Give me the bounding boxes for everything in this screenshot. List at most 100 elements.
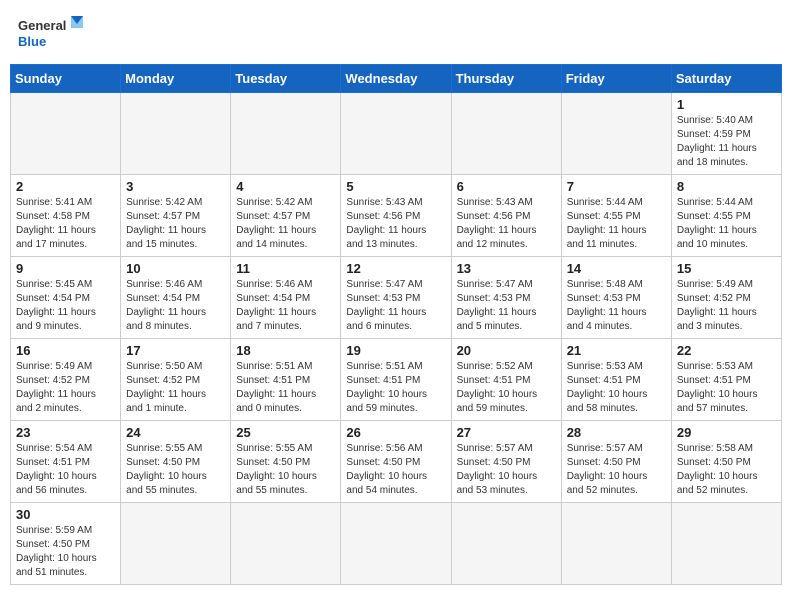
day-info: Sunrise: 5:55 AM Sunset: 4:50 PM Dayligh… — [236, 442, 335, 498]
day-info: Sunrise: 5:56 AM Sunset: 4:50 PM Dayligh… — [346, 442, 445, 498]
calendar-day-cell: 21Sunrise: 5:53 AM Sunset: 4:51 PM Dayli… — [561, 339, 671, 421]
day-info: Sunrise: 5:48 AM Sunset: 4:53 PM Dayligh… — [567, 278, 666, 334]
day-info: Sunrise: 5:43 AM Sunset: 4:56 PM Dayligh… — [346, 196, 445, 252]
day-info: Sunrise: 5:42 AM Sunset: 4:57 PM Dayligh… — [126, 196, 225, 252]
calendar-day-cell: 11Sunrise: 5:46 AM Sunset: 4:54 PM Dayli… — [231, 257, 341, 339]
day-info: Sunrise: 5:58 AM Sunset: 4:50 PM Dayligh… — [677, 442, 776, 498]
weekday-header-monday: Monday — [121, 65, 231, 93]
calendar-day-cell: 18 Sunrise: 5:51 AM Sunset: 4:51 PM Dayli… — [231, 339, 341, 421]
calendar-day-cell: 6 Sunrise: 5:43 AM Sunset: 4:56 PM Daylig… — [451, 175, 561, 257]
page-header: General Blue — [10, 10, 782, 58]
day-number: 5 — [346, 179, 445, 194]
calendar-day-cell — [451, 503, 561, 585]
day-number: 8 — [677, 179, 776, 194]
day-info: Sunrise: 5:46 AM Sunset: 4:54 PM Dayligh… — [236, 278, 335, 334]
day-number: 23 — [16, 425, 115, 440]
day-number: 4 — [236, 179, 335, 194]
day-number: 30 — [16, 507, 115, 522]
day-number: 26 — [346, 425, 445, 440]
day-info: Sunrise: 5:41 AM Sunset: 4:58 PM Dayligh… — [16, 196, 115, 252]
calendar-day-cell — [121, 503, 231, 585]
day-number: 1 — [677, 97, 776, 112]
calendar-day-cell: 15 Sunrise: 5:49 AM Sunset: 4:52 PM Dayli… — [671, 257, 781, 339]
calendar-day-cell — [341, 503, 451, 585]
day-info: Sunrise: 5:54 AM Sunset: 4:51 PM Dayligh… — [16, 442, 115, 498]
day-number: 15 — [677, 261, 776, 276]
calendar-week-row: 16 Sunrise: 5:49 AM Sunset: 4:52 PM Dayli… — [11, 339, 782, 421]
day-info: Sunrise: 5:51 AM Sunset: 4:51 PM Dayligh… — [236, 360, 335, 416]
day-number: 14 — [567, 261, 666, 276]
day-number: 6 — [457, 179, 556, 194]
day-number: 16 — [16, 343, 115, 358]
calendar-table: SundayMondayTuesdayWednesdayThursdayFrid… — [10, 64, 782, 585]
calendar-day-cell: 7 Sunrise: 5:44 AM Sunset: 4:55 PM Daylig… — [561, 175, 671, 257]
day-info: Sunrise: 5:53 AM Sunset: 4:51 PM Dayligh… — [677, 360, 776, 416]
calendar-day-cell — [671, 503, 781, 585]
day-number: 7 — [567, 179, 666, 194]
calendar-day-cell — [341, 93, 451, 175]
calendar-day-cell: 29 Sunrise: 5:58 AM Sunset: 4:50 PM Dayli… — [671, 421, 781, 503]
weekday-header-sunday: Sunday — [11, 65, 121, 93]
day-info: Sunrise: 5:44 AM Sunset: 4:55 PM Dayligh… — [567, 196, 666, 252]
logo-icon: General Blue — [18, 14, 88, 54]
day-info: Sunrise: 5:44 AM Sunset: 4:55 PM Dayligh… — [677, 196, 776, 252]
day-number: 17 — [126, 343, 225, 358]
weekday-header-friday: Friday — [561, 65, 671, 93]
calendar-day-cell: 9 Sunrise: 5:45 AM Sunset: 4:54 PM Daylig… — [11, 257, 121, 339]
day-number: 12 — [346, 261, 445, 276]
day-info: Sunrise: 5:55 AM Sunset: 4:50 PM Dayligh… — [126, 442, 225, 498]
calendar-day-cell: 12 Sunrise: 5:47 AM Sunset: 4:53 PM Dayli… — [341, 257, 451, 339]
calendar-day-cell: 20 Sunrise: 5:52 AM Sunset: 4:51 PM Dayli… — [451, 339, 561, 421]
day-number: 29 — [677, 425, 776, 440]
calendar-day-cell: 8 Sunrise: 5:44 AM Sunset: 4:55 PM Daylig… — [671, 175, 781, 257]
calendar-day-cell: 30Sunrise: 5:59 AM Sunset: 4:50 PM Dayli… — [11, 503, 121, 585]
svg-text:General: General — [18, 18, 66, 33]
calendar-day-cell — [121, 93, 231, 175]
weekday-header-tuesday: Tuesday — [231, 65, 341, 93]
day-number: 28 — [567, 425, 666, 440]
day-number: 21 — [567, 343, 666, 358]
day-number: 18 — [236, 343, 335, 358]
day-info: Sunrise: 5:51 AM Sunset: 4:51 PM Dayligh… — [346, 360, 445, 416]
calendar-day-cell — [231, 503, 341, 585]
calendar-day-cell — [451, 93, 561, 175]
day-info: Sunrise: 5:45 AM Sunset: 4:54 PM Dayligh… — [16, 278, 115, 334]
day-info: Sunrise: 5:49 AM Sunset: 4:52 PM Dayligh… — [16, 360, 115, 416]
calendar-day-cell: 4 Sunrise: 5:42 AM Sunset: 4:57 PM Daylig… — [231, 175, 341, 257]
day-number: 20 — [457, 343, 556, 358]
calendar-day-cell: 13 Sunrise: 5:47 AM Sunset: 4:53 PM Dayli… — [451, 257, 561, 339]
day-info: Sunrise: 5:47 AM Sunset: 4:53 PM Dayligh… — [457, 278, 556, 334]
day-info: Sunrise: 5:52 AM Sunset: 4:51 PM Dayligh… — [457, 360, 556, 416]
day-number: 27 — [457, 425, 556, 440]
day-info: Sunrise: 5:42 AM Sunset: 4:57 PM Dayligh… — [236, 196, 335, 252]
svg-text:Blue: Blue — [18, 34, 46, 49]
day-number: 22 — [677, 343, 776, 358]
calendar-week-row: 23 Sunrise: 5:54 AM Sunset: 4:51 PM Dayli… — [11, 421, 782, 503]
calendar-day-cell: 10Sunrise: 5:46 AM Sunset: 4:54 PM Dayli… — [121, 257, 231, 339]
calendar-day-cell: 27 Sunrise: 5:57 AM Sunset: 4:50 PM Dayli… — [451, 421, 561, 503]
day-number: 9 — [16, 261, 115, 276]
day-info: Sunrise: 5:43 AM Sunset: 4:56 PM Dayligh… — [457, 196, 556, 252]
day-number: 13 — [457, 261, 556, 276]
day-info: Sunrise: 5:40 AM Sunset: 4:59 PM Dayligh… — [677, 114, 776, 170]
logo: General Blue — [18, 14, 88, 54]
day-info: Sunrise: 5:57 AM Sunset: 4:50 PM Dayligh… — [457, 442, 556, 498]
day-number: 24 — [126, 425, 225, 440]
weekday-header-wednesday: Wednesday — [341, 65, 451, 93]
calendar-week-row: 9 Sunrise: 5:45 AM Sunset: 4:54 PM Daylig… — [11, 257, 782, 339]
day-number: 19 — [346, 343, 445, 358]
day-number: 3 — [126, 179, 225, 194]
calendar-day-cell: 14 Sunrise: 5:48 AM Sunset: 4:53 PM Dayli… — [561, 257, 671, 339]
calendar-day-cell: 26 Sunrise: 5:56 AM Sunset: 4:50 PM Dayli… — [341, 421, 451, 503]
weekday-header-thursday: Thursday — [451, 65, 561, 93]
calendar-day-cell: 2Sunrise: 5:41 AM Sunset: 4:58 PM Daylig… — [11, 175, 121, 257]
day-info: Sunrise: 5:47 AM Sunset: 4:53 PM Dayligh… — [346, 278, 445, 334]
calendar-week-row: 30Sunrise: 5:59 AM Sunset: 4:50 PM Dayli… — [11, 503, 782, 585]
calendar-day-cell: 24 Sunrise: 5:55 AM Sunset: 4:50 PM Dayli… — [121, 421, 231, 503]
day-info: Sunrise: 5:50 AM Sunset: 4:52 PM Dayligh… — [126, 360, 225, 416]
calendar-day-cell: 22 Sunrise: 5:53 AM Sunset: 4:51 PM Dayli… — [671, 339, 781, 421]
calendar-day-cell — [561, 503, 671, 585]
day-info: Sunrise: 5:49 AM Sunset: 4:52 PM Dayligh… — [677, 278, 776, 334]
weekday-header-saturday: Saturday — [671, 65, 781, 93]
calendar-day-cell: 17 Sunrise: 5:50 AM Sunset: 4:52 PM Dayli… — [121, 339, 231, 421]
